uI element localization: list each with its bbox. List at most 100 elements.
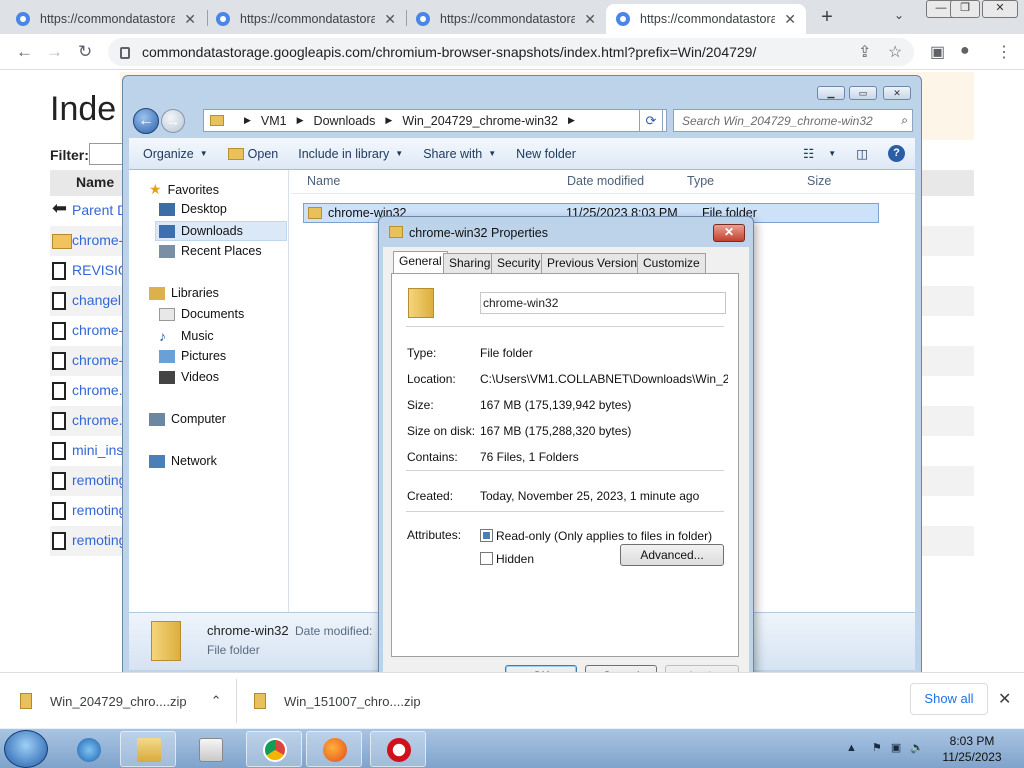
nav-music[interactable]: ♪ Music	[159, 328, 214, 344]
tab-sharing[interactable]: Sharing	[443, 253, 497, 273]
list-item-link[interactable]: remoting	[72, 532, 126, 548]
browser-tab-3[interactable]: https://commondatastorage. ✕	[406, 4, 606, 34]
chevron-right-icon[interactable]: ▶	[568, 115, 575, 126]
list-item-link[interactable]: Parent D	[72, 202, 127, 218]
search-icon[interactable]: ⌕	[901, 113, 908, 128]
profile-icon[interactable]: ●	[960, 42, 970, 60]
side-panel-icon[interactable]: ▣	[930, 42, 945, 62]
list-item-link[interactable]: chrome-	[72, 322, 123, 338]
preview-pane-button[interactable]: ◫	[846, 146, 878, 161]
organize-button[interactable]: Organize ▼	[129, 147, 218, 161]
folder-name-field[interactable]: chrome-win32	[480, 292, 726, 314]
tab-general[interactable]: General	[393, 251, 448, 274]
list-item-link[interactable]: REVISIO	[72, 262, 129, 278]
include-in-library-button[interactable]: Include in library ▼	[288, 147, 413, 161]
nav-documents[interactable]: Documents	[159, 307, 244, 321]
search-input[interactable]: Search Win_204729_chrome-win32 ⌕	[673, 109, 913, 132]
help-button[interactable]: ?	[878, 145, 915, 162]
reload-icon[interactable]: ↻	[78, 42, 92, 62]
show-hidden-icons-icon[interactable]: ▲	[846, 742, 857, 754]
url-bar[interactable]: commondatastorage.googleapis.com/chromiu…	[108, 38, 914, 66]
close-tab-icon[interactable]: ✕	[184, 11, 196, 28]
taskbar-explorer[interactable]	[120, 731, 176, 767]
nav-libraries[interactable]: Libraries	[149, 286, 219, 300]
new-tab-button[interactable]: +	[814, 6, 840, 30]
folder-icon	[210, 115, 224, 126]
open-button[interactable]: Open	[218, 147, 289, 161]
back-button[interactable]: ←	[133, 108, 159, 134]
minimize-button[interactable]: ▁	[817, 86, 845, 100]
list-item-link[interactable]: remoting	[72, 472, 126, 488]
taskbar-firefox[interactable]	[306, 731, 362, 767]
breadcrumb-downloads[interactable]: Downloads	[314, 114, 376, 128]
list-item-link[interactable]: chrome.	[72, 412, 123, 428]
list-item-link[interactable]: chrome.	[72, 382, 123, 398]
nav-favorites[interactable]: ★ Favorites	[149, 181, 219, 198]
chevron-up-icon[interactable]: ⌃	[211, 693, 222, 709]
list-item-link[interactable]: remoting	[72, 502, 126, 518]
chevron-right-icon[interactable]: ▶	[244, 115, 251, 126]
breadcrumb-vm1[interactable]: VM1	[261, 114, 287, 128]
taskbar-media-player[interactable]	[182, 731, 238, 767]
tab-customize[interactable]: Customize	[637, 253, 706, 273]
tab-previous-versions[interactable]: Previous Versions	[541, 253, 650, 273]
network-tray-icon[interactable]: ▣	[891, 742, 901, 754]
refresh-icon[interactable]: ⟳	[639, 109, 663, 132]
close-downloads-icon[interactable]: ✕	[998, 689, 1011, 709]
forward-arrow-icon[interactable]: →	[46, 42, 63, 62]
read-only-checkbox[interactable]	[480, 529, 493, 542]
action-center-flag-icon[interactable]: ⚑	[872, 742, 882, 754]
new-folder-button[interactable]: New folder	[506, 147, 586, 161]
share-icon[interactable]: ⇪	[858, 42, 871, 62]
restore-window-button[interactable]: ❐	[950, 0, 980, 18]
list-item-link[interactable]: chrome-	[72, 232, 123, 248]
close-tab-icon[interactable]: ✕	[384, 11, 396, 28]
nav-videos[interactable]: Videos	[159, 370, 219, 384]
close-window-button[interactable]: ✕	[982, 0, 1018, 18]
view-options-button[interactable]: ☷ ▼	[793, 146, 846, 161]
list-item-link[interactable]: changel	[72, 292, 121, 308]
share-with-button[interactable]: Share with ▼	[413, 147, 506, 161]
maximize-button[interactable]: ▭	[849, 86, 877, 100]
taskbar-chrome[interactable]	[246, 731, 302, 767]
nav-computer[interactable]: Computer	[149, 412, 226, 426]
browser-tab-1[interactable]: https://commondatastorage. ✕	[6, 4, 206, 34]
close-tab-icon[interactable]: ✕	[784, 11, 796, 28]
nav-recent-places[interactable]: Recent Places	[159, 244, 262, 258]
bookmark-star-icon[interactable]: ☆	[888, 42, 902, 62]
browser-tab-4-active[interactable]: https://commondatastorage. ✕	[606, 4, 806, 34]
advanced-button[interactable]: Advanced...	[620, 544, 724, 566]
tab-search-icon[interactable]: ⌄	[894, 8, 904, 22]
menu-kebab-icon[interactable]: ⋮	[996, 42, 1012, 62]
type-column-header[interactable]: Type	[687, 174, 714, 188]
chevron-right-icon[interactable]: ▶	[297, 115, 304, 126]
close-button[interactable]: ✕	[713, 224, 745, 242]
start-button[interactable]	[4, 730, 48, 768]
close-button[interactable]: ✕	[883, 86, 911, 100]
close-tab-icon[interactable]: ✕	[584, 11, 596, 28]
name-column-header[interactable]: Name	[307, 174, 340, 188]
date-modified-column-header[interactable]: Date modified	[567, 174, 644, 188]
list-item-link[interactable]: chrome-	[72, 352, 123, 368]
forward-button[interactable]: →	[161, 109, 185, 133]
back-arrow-icon[interactable]: ←	[16, 42, 33, 62]
nav-network[interactable]: Network	[149, 454, 217, 468]
taskbar-internet-explorer[interactable]	[60, 731, 116, 767]
download-item-1[interactable]: Win_204729_chro....zip ⌃	[20, 689, 222, 713]
hidden-checkbox[interactable]	[480, 552, 493, 565]
download-item-2[interactable]: Win_151007_chro....zip	[254, 689, 421, 713]
taskbar-opera[interactable]	[370, 731, 426, 767]
nav-pictures[interactable]: Pictures	[159, 349, 226, 363]
breadcrumb-current-folder[interactable]: Win_204729_chrome-win32	[402, 114, 558, 128]
breadcrumb[interactable]: ▶ VM1 ▶ Downloads ▶ Win_204729_chrome-wi…	[203, 109, 667, 132]
size-column-header[interactable]: Size	[807, 174, 831, 188]
list-item-link[interactable]: mini_ins	[72, 442, 123, 458]
tab-security[interactable]: Security	[491, 253, 547, 273]
chevron-right-icon[interactable]: ▶	[385, 115, 392, 126]
nav-downloads[interactable]: Downloads	[155, 221, 287, 241]
volume-icon[interactable]: 🔈	[910, 742, 924, 754]
browser-tab-2[interactable]: https://commondatastorage. ✕	[206, 4, 406, 34]
nav-desktop[interactable]: Desktop	[159, 202, 227, 216]
taskbar-clock[interactable]: 8:03 PM 11/25/2023	[926, 733, 1018, 765]
show-all-button[interactable]: Show all	[910, 683, 988, 715]
